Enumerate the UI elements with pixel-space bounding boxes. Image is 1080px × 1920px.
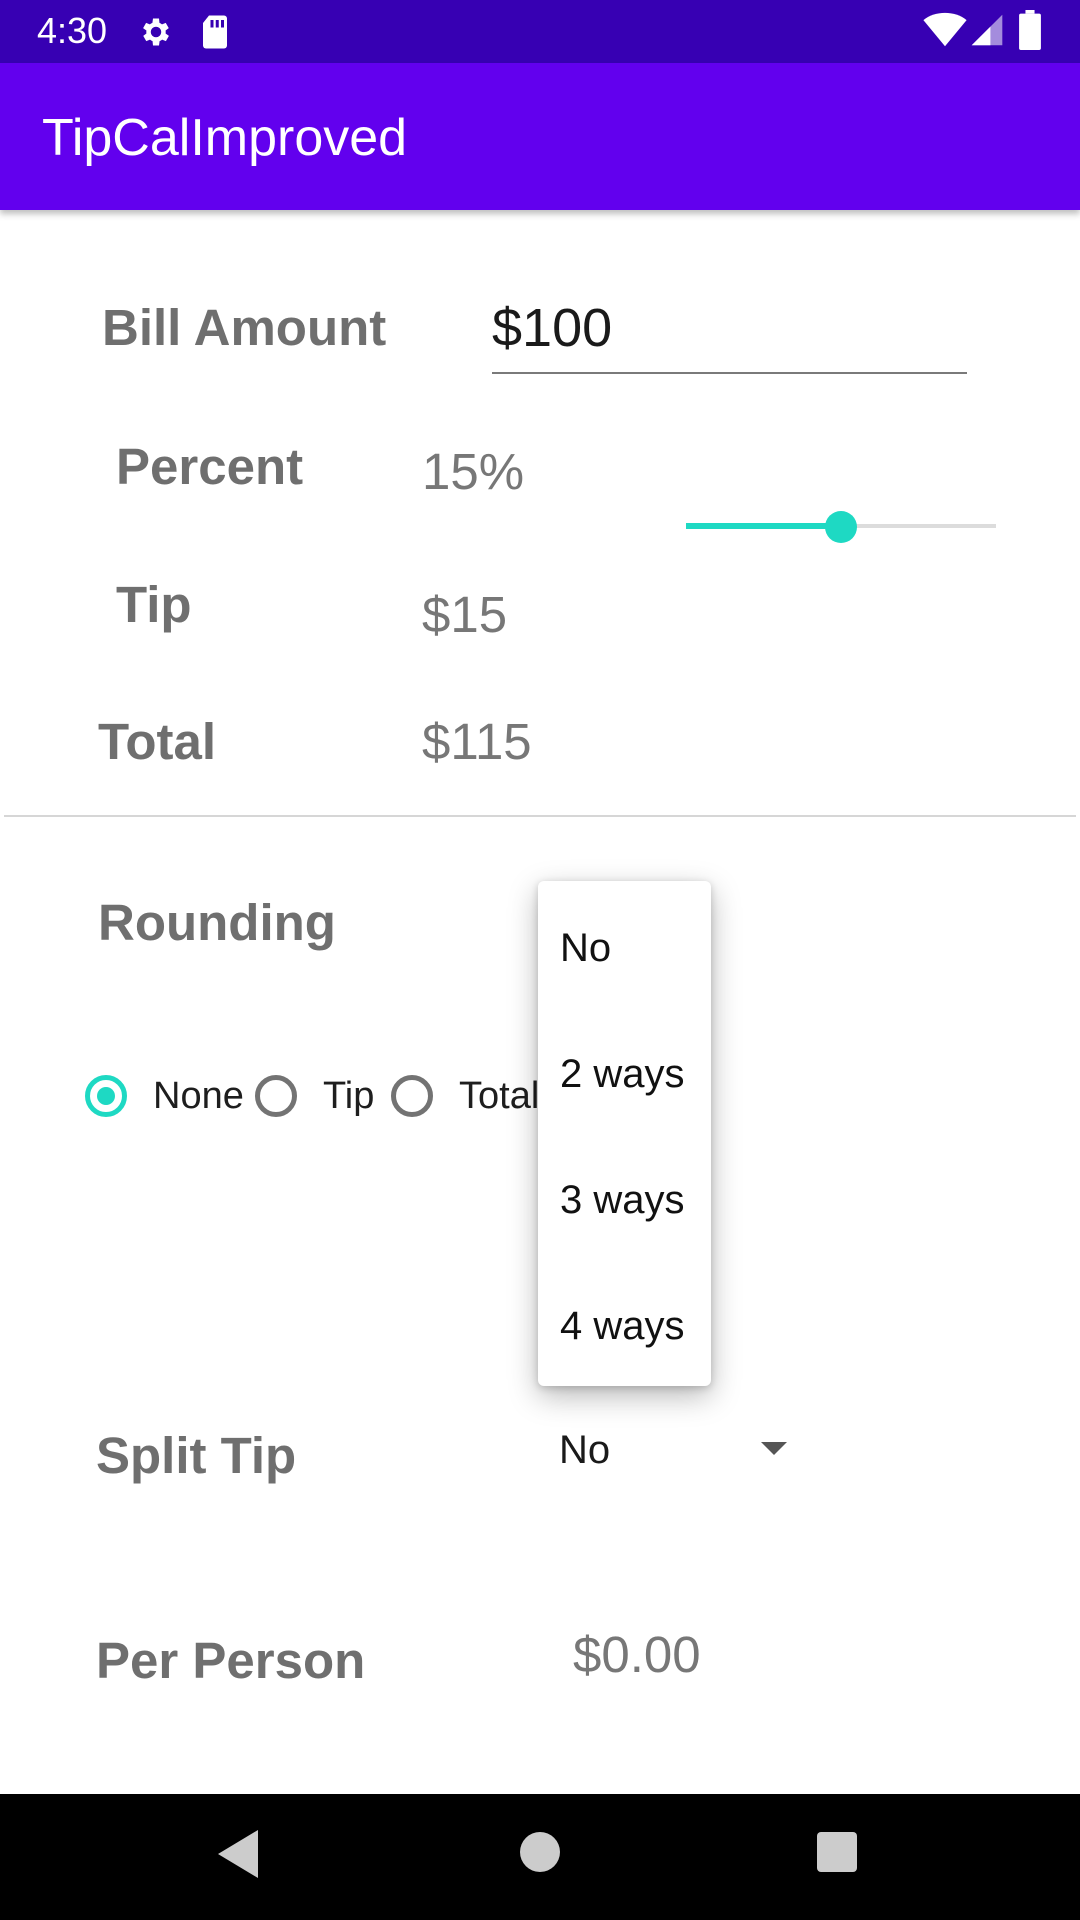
split-tip-dropdown: No 2 ways 3 ways 4 ways	[538, 881, 711, 1386]
signal-icon	[971, 14, 1003, 46]
dropdown-option[interactable]: 2 ways	[560, 1052, 685, 1097]
dropdown-option[interactable]: 3 ways	[560, 1178, 685, 1223]
total-value: $115	[422, 713, 532, 770]
chevron-down-icon[interactable]	[761, 1442, 787, 1455]
percent-value: 15%	[422, 443, 525, 500]
radio-tip[interactable]	[255, 1075, 297, 1117]
rounding-label: Rounding	[98, 894, 336, 951]
bill-amount-label: Bill Amount	[102, 299, 387, 356]
radio-none[interactable]	[85, 1075, 127, 1117]
navigation-bar	[0, 1794, 1080, 1920]
status-time: 4:30	[37, 10, 108, 51]
home-icon[interactable]	[520, 1832, 560, 1872]
split-tip-selected[interactable]: No	[559, 1428, 610, 1473]
radio-total-label[interactable]: Total	[459, 1075, 539, 1118]
bill-amount-input[interactable]	[492, 290, 967, 374]
divider	[4, 815, 1076, 817]
dropdown-option[interactable]: 4 ways	[560, 1304, 685, 1349]
dropdown-option[interactable]: No	[560, 926, 611, 971]
radio-total[interactable]	[391, 1075, 433, 1117]
app-bar: TipCalImproved	[0, 63, 1080, 210]
recents-icon[interactable]	[817, 1832, 857, 1872]
total-label: Total	[98, 713, 217, 770]
per-person-label: Per Person	[96, 1632, 366, 1689]
app-title: TipCalImproved	[42, 109, 408, 167]
wifi-icon	[923, 12, 967, 47]
percent-label: Percent	[116, 438, 304, 495]
radio-none-label[interactable]: None	[153, 1075, 244, 1118]
back-icon[interactable]	[218, 1830, 258, 1878]
status-bar: 4:30	[0, 0, 1080, 63]
per-person-value: $0.00	[573, 1626, 701, 1683]
battery-icon	[1019, 10, 1041, 50]
gear-icon	[143, 18, 169, 46]
split-tip-label: Split Tip	[96, 1427, 297, 1484]
slider-track-fill	[686, 523, 841, 529]
slider-thumb[interactable]	[825, 511, 857, 543]
sd-card-icon	[203, 15, 227, 49]
tip-value: $15	[422, 586, 508, 643]
tip-label: Tip	[116, 576, 192, 633]
radio-tip-label[interactable]: Tip	[323, 1075, 374, 1118]
